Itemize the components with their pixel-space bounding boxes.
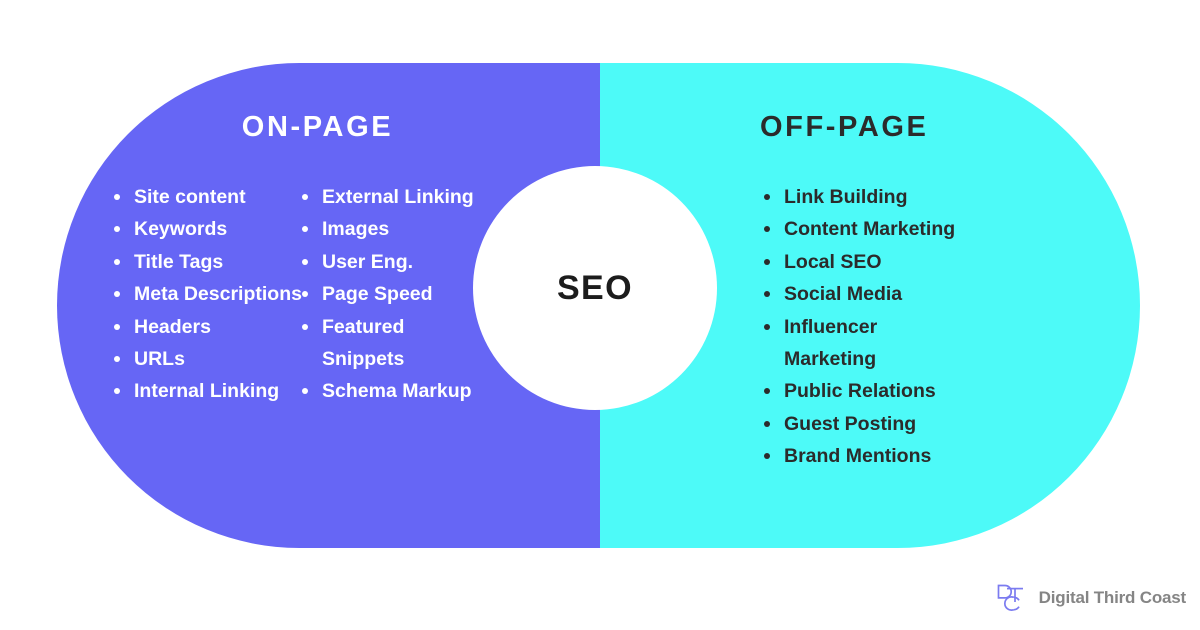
on-page-list-item: Meta Descriptions (112, 278, 302, 310)
on-page-list-item: URLs (112, 343, 302, 375)
off-page-list-item: Guest Posting (762, 408, 969, 440)
on-page-list-item: Images (300, 213, 482, 245)
on-page-list-item: Page Speed (300, 278, 482, 310)
on-page-list-item: Keywords (112, 213, 302, 245)
off-page-list-item: Public Relations (762, 375, 969, 407)
seo-center-label: SEO (556, 268, 633, 307)
off-page-list-item: Content Marketing (762, 213, 969, 245)
off-page-list-item: Link Building (762, 181, 969, 213)
on-page-list-item: External Linking (300, 181, 482, 213)
on-page-list-item: User Eng. (300, 246, 482, 278)
seo-center-circle: SEO (473, 166, 717, 410)
off-page-list-item: Influencer Marketing (762, 311, 969, 376)
off-page-list-item: Brand Mentions (762, 440, 969, 472)
brand-name-label: Digital Third Coast (1038, 588, 1187, 607)
off-page-list-item: Social Media (762, 278, 969, 310)
on-page-list-item: Featured Snippets (300, 311, 482, 376)
dtc-monogram-icon (993, 580, 1029, 616)
on-page-heading: ON-PAGE (241, 111, 394, 143)
on-page-list-column-2: External Linking Images User Eng. Page Spee… (300, 181, 482, 408)
brand-lockup: Digital Third Coast (993, 580, 1186, 616)
on-page-list-column-1: Site content Keywords Title Tags Meta Descr… (112, 181, 302, 408)
off-page-list-item: Local SEO (762, 246, 969, 278)
off-page-list: Link Building Content Marketing Local SEO S… (762, 181, 969, 473)
on-page-list-item: Internal Linking (112, 375, 302, 407)
off-page-heading: OFF-PAGE (760, 111, 929, 143)
on-page-list-item: Title Tags (112, 246, 302, 278)
on-page-list-item: Site content (112, 181, 302, 213)
on-page-list-item: Headers (112, 311, 302, 343)
on-page-list-item: Schema Markup (300, 375, 482, 407)
